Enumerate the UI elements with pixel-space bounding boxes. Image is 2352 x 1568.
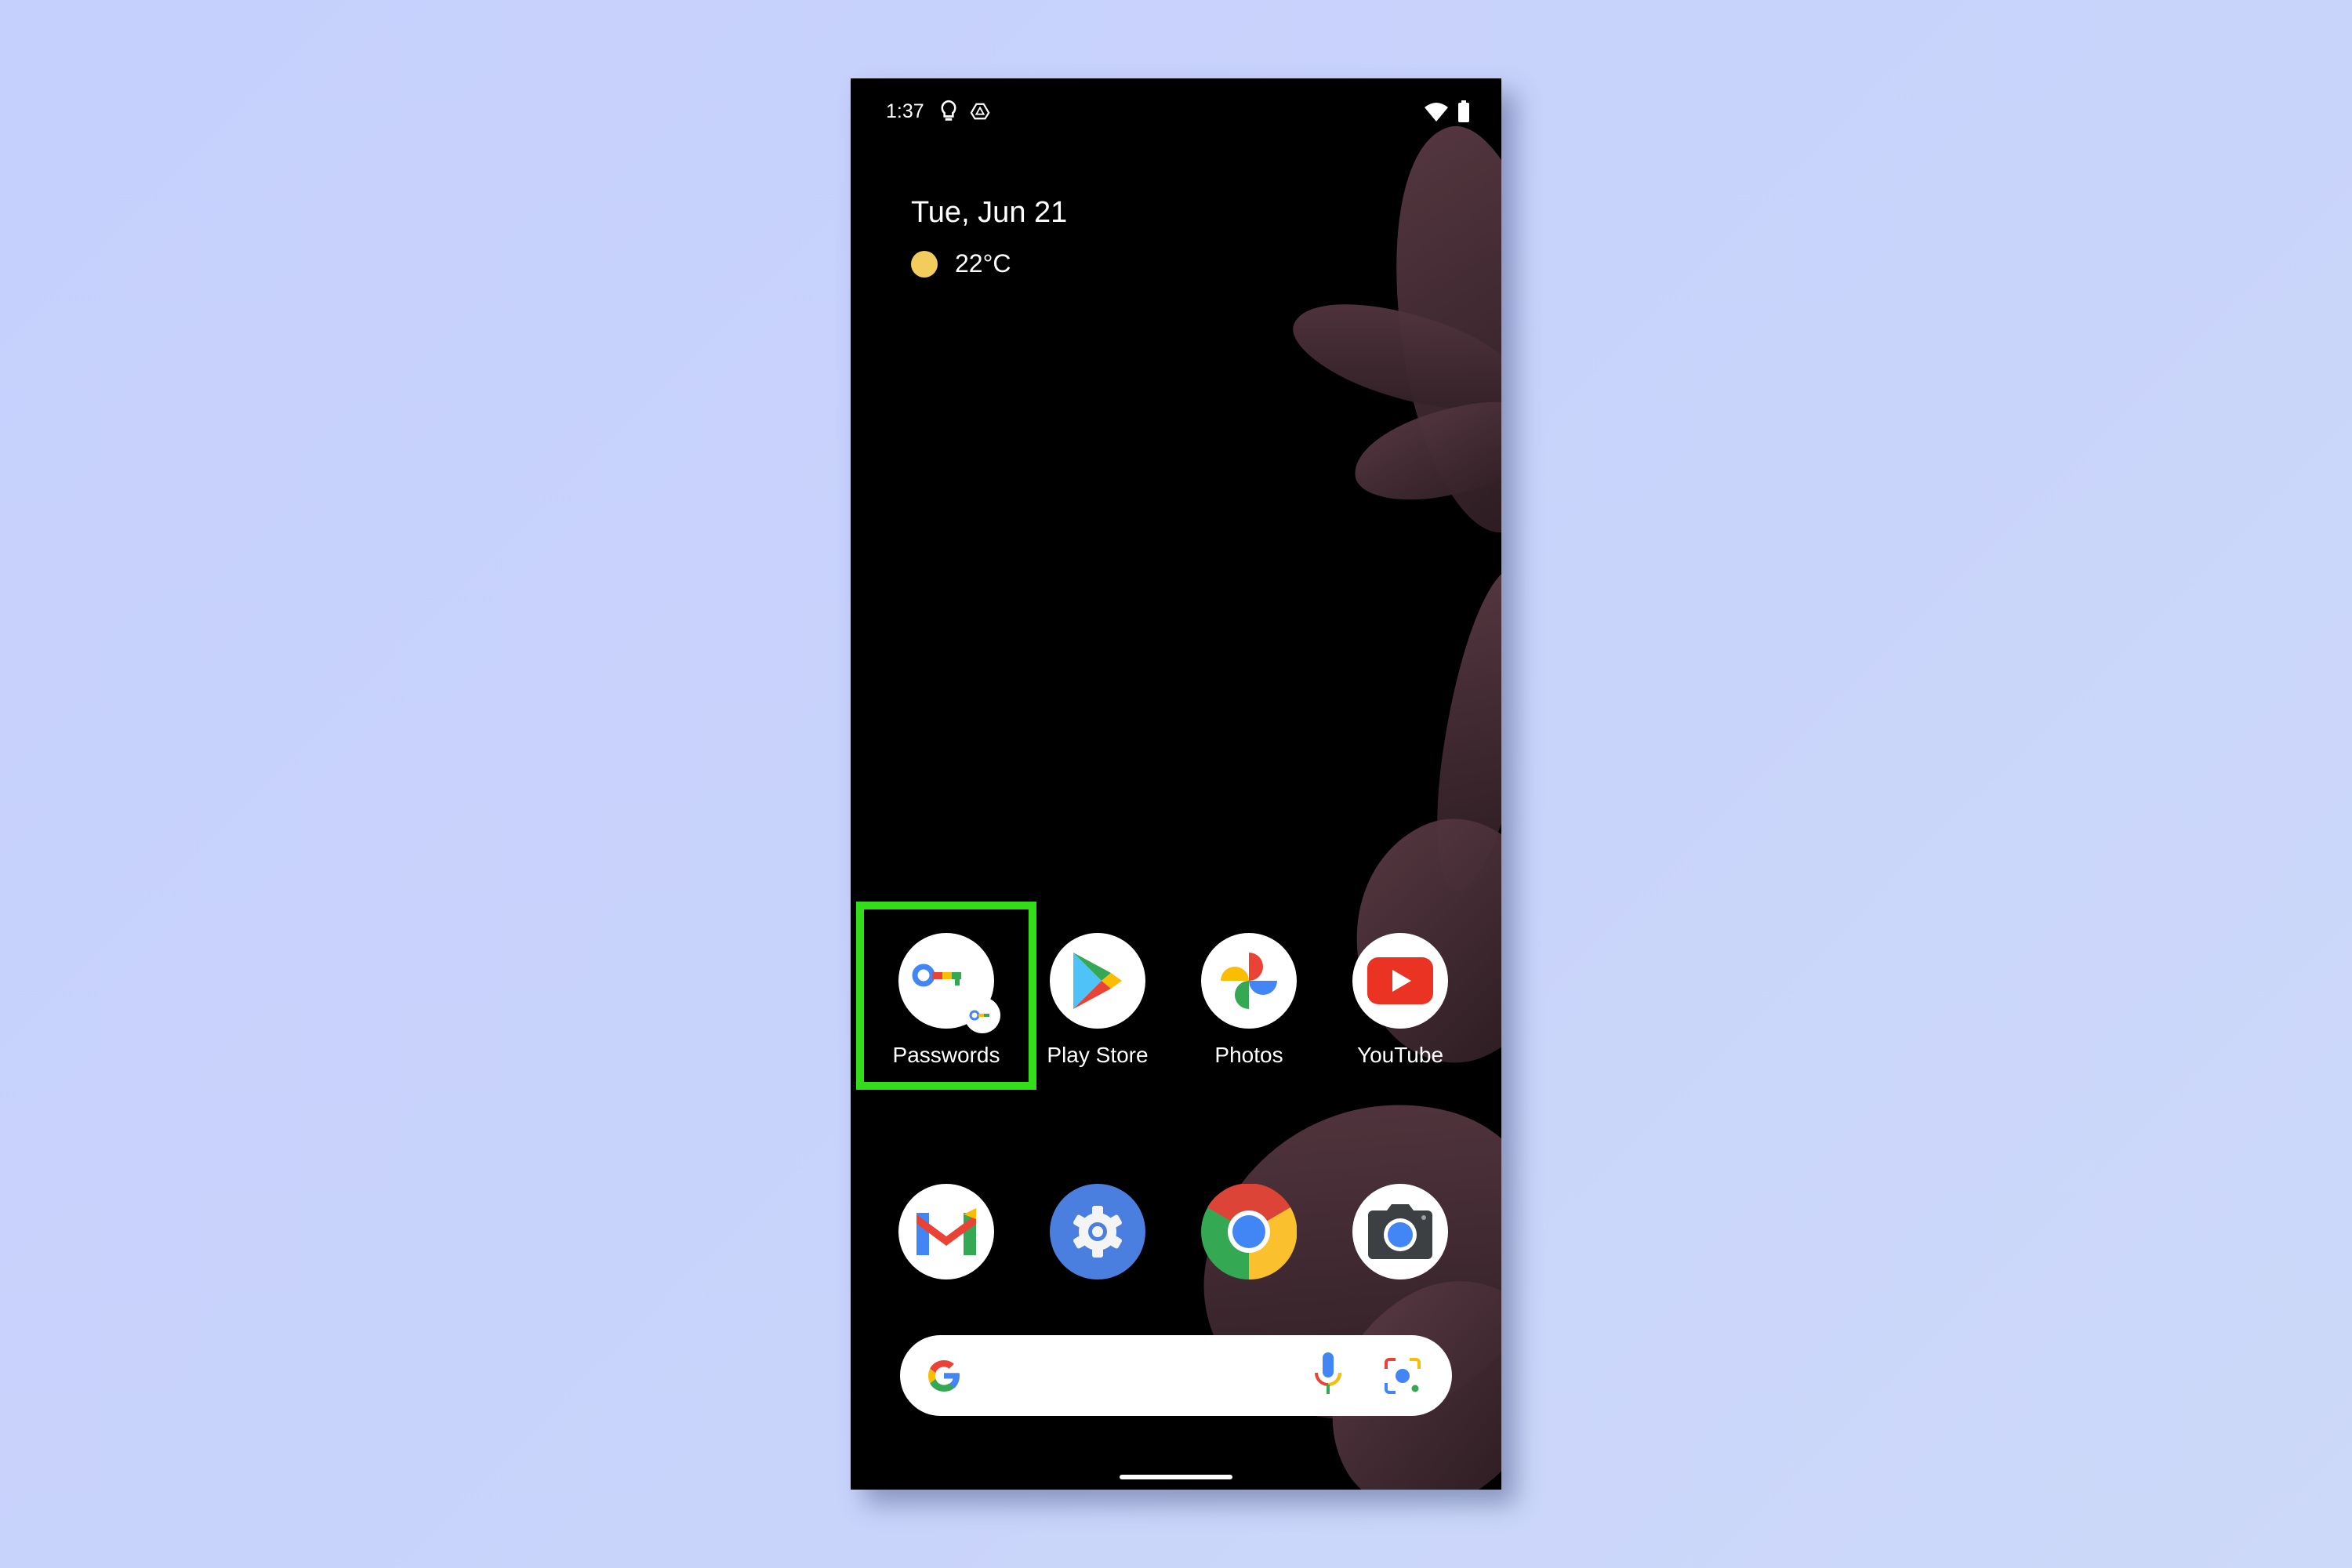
photos-pinwheel-icon [1201, 933, 1297, 1029]
mic-icon[interactable] [1314, 1352, 1342, 1398]
youtube-icon [1352, 933, 1448, 1029]
gmail-icon [898, 1184, 994, 1279]
app-chrome[interactable] [1178, 1184, 1319, 1279]
app-label: YouTube [1356, 1043, 1444, 1067]
camera-icon [1352, 1184, 1448, 1279]
app-label: Passwords [892, 1043, 1000, 1067]
battery-icon [1458, 100, 1469, 122]
status-time: 1:37 [886, 100, 924, 122]
temperature: 22°C [955, 249, 1011, 278]
app-label: Play Store [1047, 1043, 1149, 1067]
status-bar: 1:37 [886, 96, 1470, 127]
phone-screen: 1:37 Tue, Jun 21 22°C Passwords Play Sto… [851, 78, 1501, 1490]
gesture-nav-handle[interactable] [1120, 1475, 1232, 1479]
passwords-key-icon [898, 933, 1000, 1033]
sun-icon [911, 250, 938, 278]
app-label: Photos [1214, 1043, 1283, 1067]
date-widget[interactable]: Tue, Jun 21 [911, 196, 1067, 230]
google-search-bar[interactable] [900, 1335, 1452, 1416]
drive-icon [970, 103, 990, 120]
app-camera[interactable] [1330, 1184, 1471, 1279]
app-passwords[interactable]: Passwords [876, 933, 1017, 1068]
weather-widget[interactable]: 22°C [911, 249, 1011, 278]
app-photos[interactable]: Photos [1178, 933, 1319, 1068]
app-youtube[interactable]: YouTube [1330, 933, 1471, 1068]
app-play-store[interactable]: Play Store [1027, 933, 1168, 1068]
play-store-icon [1050, 933, 1145, 1029]
lens-icon[interactable] [1383, 1356, 1422, 1396]
wifi-icon [1425, 103, 1448, 122]
google-g-icon [928, 1360, 960, 1392]
settings-gear-icon [1050, 1184, 1145, 1279]
app-settings[interactable] [1027, 1184, 1168, 1279]
app-gmail[interactable] [876, 1184, 1017, 1279]
lightbulb-icon [941, 100, 956, 121]
chrome-icon [1201, 1184, 1297, 1279]
